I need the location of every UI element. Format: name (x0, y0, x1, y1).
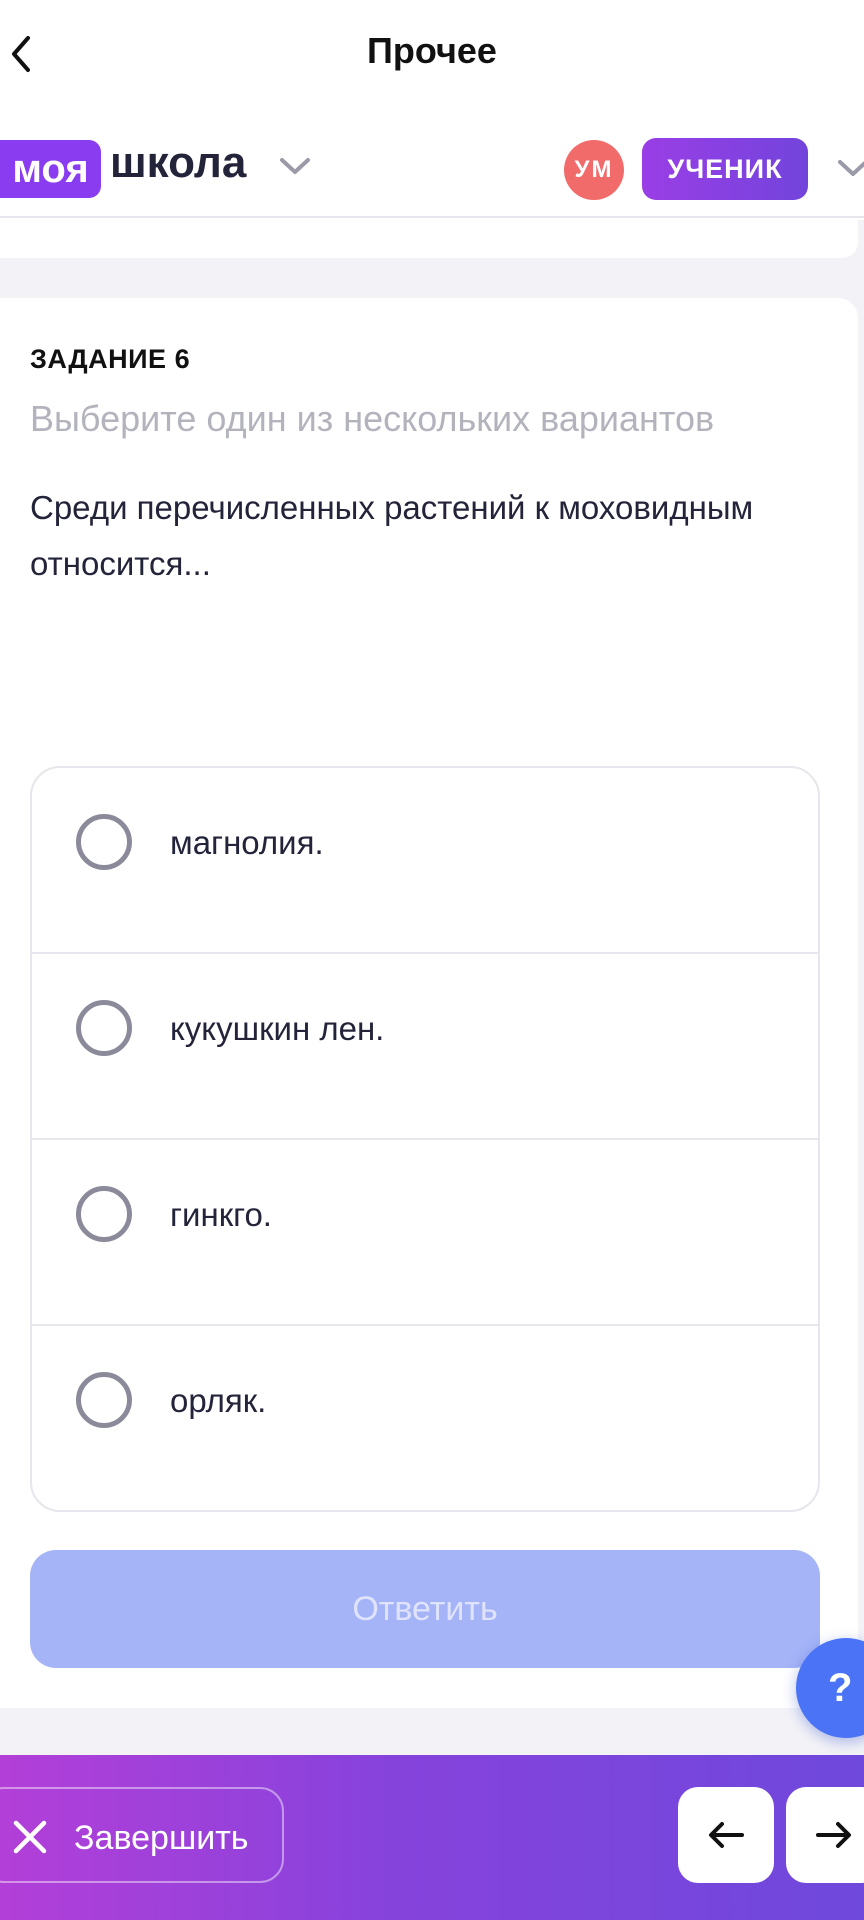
content-area: ЗАДАНИЕ 6 Выберите один из нескольких ва… (0, 220, 864, 1755)
bottom-bar: Завершить (0, 1755, 864, 1920)
arrow-left-icon (709, 1822, 744, 1848)
app-header: моя школа УМ УЧЕНИК (0, 110, 864, 218)
answer-button[interactable]: Ответить (30, 1550, 820, 1668)
task-card: ЗАДАНИЕ 6 Выберите один из нескольких ва… (0, 298, 858, 1708)
radio-button[interactable] (76, 1000, 132, 1056)
help-icon: ? (828, 1665, 853, 1710)
arrow-right-icon (816, 1822, 851, 1848)
task-question: Среди перечисленных растений к моховидны… (30, 489, 754, 582)
page-title: Прочее (367, 30, 497, 71)
answer-option[interactable]: орляк. (32, 1326, 818, 1510)
option-label: гинкго. (170, 1196, 272, 1233)
radio-button[interactable] (76, 1186, 132, 1242)
logo-highlight: моя (0, 140, 101, 198)
role-badge[interactable]: УЧЕНИК (642, 138, 808, 200)
avatar[interactable]: УМ (564, 140, 624, 200)
finish-label: Завершить (74, 1819, 249, 1857)
previous-task-button[interactable] (678, 1787, 774, 1883)
radio-button[interactable] (76, 814, 132, 870)
answer-option[interactable]: гинкго. (32, 1140, 818, 1326)
option-label: орляк. (170, 1382, 267, 1419)
chevron-down-icon[interactable] (836, 158, 864, 178)
answer-option[interactable]: магнолия. (32, 768, 818, 954)
next-task-button[interactable] (786, 1787, 864, 1883)
logo-text: школа (110, 138, 247, 187)
close-icon (13, 1820, 47, 1854)
nav-bar: Прочее (0, 0, 864, 110)
previous-card (0, 220, 858, 258)
task-hint: Выберите один из нескольких вариантов (30, 398, 715, 439)
task-number: ЗАДАНИЕ 6 (30, 344, 191, 374)
answer-option[interactable]: кукушкин лен. (32, 954, 818, 1140)
option-label: магнолия. (170, 824, 324, 861)
answer-options: магнолия. кукушкин лен. гинкго. орляк. (30, 766, 820, 1512)
radio-button[interactable] (76, 1372, 132, 1428)
finish-button[interactable]: Завершить (0, 1787, 284, 1883)
option-label: кукушкин лен. (170, 1010, 385, 1047)
chevron-down-icon[interactable] (278, 156, 312, 176)
